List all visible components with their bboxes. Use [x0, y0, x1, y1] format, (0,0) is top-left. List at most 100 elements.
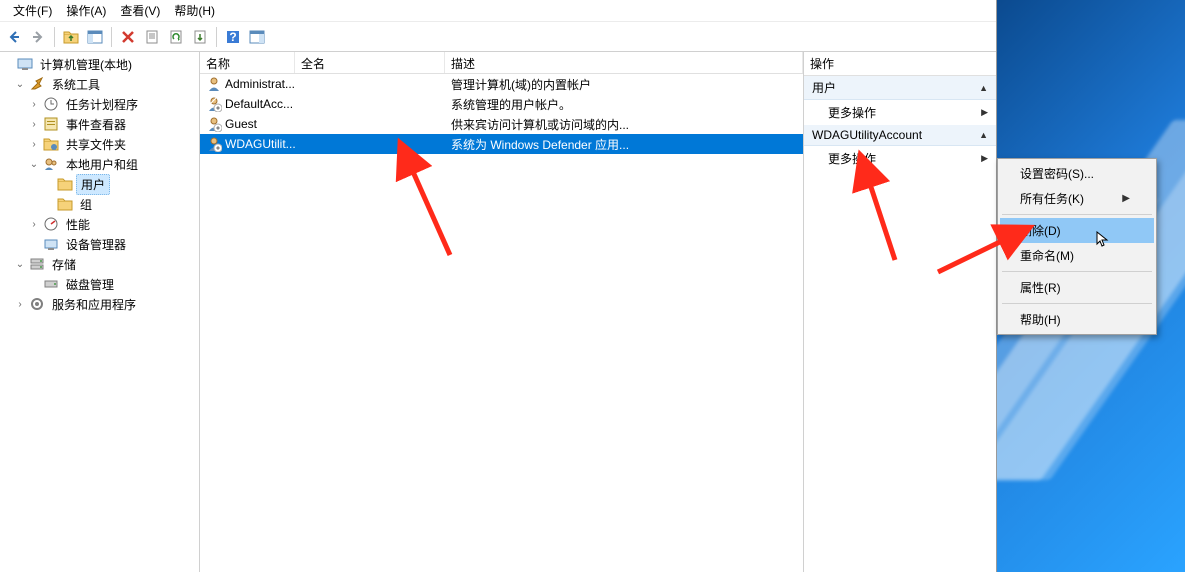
toolbar-forward-button[interactable] [26, 25, 50, 49]
toolbar-show-hide-tree-button[interactable] [83, 25, 107, 49]
expand-icon[interactable]: › [28, 219, 40, 230]
tree-node-device-manager[interactable]: · 设备管理器 [0, 234, 199, 254]
column-header-description[interactable]: 描述 [445, 52, 803, 73]
actions-section-account[interactable]: WDAGUtilityAccount ▲ [804, 125, 996, 146]
panes-icon [87, 30, 103, 44]
user-disabled-icon [206, 96, 222, 112]
menu-action[interactable]: 操作(A) [59, 0, 113, 21]
actions-pane: 操作 用户 ▲ 更多操作 ▶ WDAGUtilityAccount ▲ 更多操作… [804, 52, 996, 572]
tree-node-event-viewer[interactable]: › 事件查看器 [0, 114, 199, 134]
arrow-left-icon [7, 30, 21, 44]
menu-file[interactable]: 文件(F) [6, 0, 59, 21]
storage-icon [29, 256, 45, 272]
item-label: 更多操作 [828, 150, 876, 167]
toolbar-up-button[interactable] [59, 25, 83, 49]
collapse-icon[interactable]: ⌄ [14, 79, 26, 90]
tree-node-performance[interactable]: › 性能 [0, 214, 199, 234]
submenu-arrow-icon: ▶ [981, 153, 988, 164]
context-menu-delete[interactable]: 删除(D) [1000, 218, 1154, 243]
toolbar-delete-button[interactable] [116, 25, 140, 49]
expand-icon[interactable]: › [28, 99, 40, 110]
folder-icon [57, 196, 73, 212]
navigation-tree[interactable]: ▶ 计算机管理(本地) ⌄ 系统工具 › 任务计划程序 › 事件查看器 › [0, 52, 200, 572]
tree-node-system-tools[interactable]: ⌄ 系统工具 [0, 74, 199, 94]
tree-label: 计算机管理(本地) [36, 55, 136, 74]
tree-node-storage[interactable]: ⌄ 存储 [0, 254, 199, 274]
tree-label: 共享文件夹 [62, 135, 130, 154]
context-menu-properties[interactable]: 属性(R) [1000, 275, 1154, 300]
collapse-icon[interactable]: ⌄ [14, 259, 26, 270]
tree-label: 设备管理器 [62, 235, 130, 254]
context-menu-set-password[interactable]: 设置密码(S)... [1000, 161, 1154, 186]
cm-label: 重命名(M) [1020, 247, 1074, 264]
actions-more-account[interactable]: 更多操作 ▶ [804, 146, 996, 171]
list-row[interactable]: DefaultAcc... 系统管理的用户帐户。 [200, 94, 803, 114]
toolbar-show-action-pane-button[interactable] [245, 25, 269, 49]
list-rows[interactable]: Administrat... 管理计算机(域)的内置帐户 DefaultAcc.… [200, 74, 803, 572]
mouse-cursor-icon [1096, 231, 1112, 247]
cell-name: WDAGUtilit... [225, 137, 295, 151]
list-row[interactable]: Administrat... 管理计算机(域)的内置帐户 [200, 74, 803, 94]
user-disabled-icon [206, 116, 222, 132]
actions-more-user[interactable]: 更多操作 ▶ [804, 100, 996, 125]
context-menu-help[interactable]: 帮助(H) [1000, 307, 1154, 332]
computer-management-window: 文件(F) 操作(A) 查看(V) 帮助(H) ? ▶ 计算机管理(本地) ⌄ [0, 0, 997, 572]
expand-icon[interactable]: › [28, 139, 40, 150]
disk-icon [43, 276, 59, 292]
cell-name: Guest [225, 117, 257, 131]
cell-desc: 管理计算机(域)的内置帐户 [445, 76, 803, 93]
performance-icon [43, 216, 59, 232]
menu-help[interactable]: 帮助(H) [167, 0, 222, 21]
toolbar-back-button[interactable] [2, 25, 26, 49]
cm-label: 所有任务(K) [1020, 190, 1084, 207]
context-menu: 设置密码(S)... 所有任务(K)▶ 删除(D) 重命名(M) 属性(R) 帮… [997, 158, 1157, 335]
delete-x-icon [121, 30, 135, 44]
tree-label: 本地用户和组 [62, 155, 142, 174]
toolbar-separator [111, 27, 112, 47]
context-menu-all-tasks[interactable]: 所有任务(K)▶ [1000, 186, 1154, 211]
collapse-icon[interactable]: ⌄ [28, 159, 40, 170]
tree-node-shared-folders[interactable]: › 共享文件夹 [0, 134, 199, 154]
action-pane-icon [249, 30, 265, 44]
tree-node-local-users-groups[interactable]: ⌄ 本地用户和组 [0, 154, 199, 174]
tree-node-disk-management[interactable]: · 磁盘管理 [0, 274, 199, 294]
expand-icon[interactable]: › [28, 119, 40, 130]
section-label: WDAGUtilityAccount [812, 128, 922, 142]
expand-icon[interactable]: › [14, 299, 26, 310]
submenu-arrow-icon: ▶ [981, 107, 988, 118]
export-list-icon [193, 30, 207, 44]
cm-label: 删除(D) [1020, 222, 1061, 239]
actions-section-user[interactable]: 用户 ▲ [804, 76, 996, 100]
cell-desc: 供来宾访问计算机或访问域的内... [445, 116, 803, 133]
tree-node-task-scheduler[interactable]: › 任务计划程序 [0, 94, 199, 114]
tree-node-computer-management[interactable]: ▶ 计算机管理(本地) [0, 54, 199, 74]
tree-node-users[interactable]: · 用户 [0, 174, 199, 194]
context-menu-rename[interactable]: 重命名(M) [1000, 243, 1154, 268]
tree-label: 组 [76, 195, 96, 214]
toolbar-separator [216, 27, 217, 47]
list-row[interactable]: Guest 供来宾访问计算机或访问域的内... [200, 114, 803, 134]
tree-node-services-apps[interactable]: › 服务和应用程序 [0, 294, 199, 314]
toolbar-help-button[interactable]: ? [221, 25, 245, 49]
shared-folder-icon [43, 136, 59, 152]
clock-icon [43, 96, 59, 112]
toolbar-refresh-button[interactable] [164, 25, 188, 49]
collapse-up-icon: ▲ [979, 130, 988, 140]
tree-label: 系统工具 [48, 75, 104, 94]
menu-view[interactable]: 查看(V) [113, 0, 167, 21]
toolbar-properties-button[interactable] [140, 25, 164, 49]
event-viewer-icon [43, 116, 59, 132]
tree-node-groups[interactable]: · 组 [0, 194, 199, 214]
column-header-name[interactable]: 名称 [200, 52, 295, 73]
context-menu-separator [1002, 303, 1152, 304]
menubar: 文件(F) 操作(A) 查看(V) 帮助(H) [0, 0, 996, 22]
section-label: 用户 [812, 79, 836, 96]
list-row-selected[interactable]: WDAGUtilit... 系统为 Windows Defender 应用... [200, 134, 803, 154]
actions-pane-title: 操作 [804, 52, 996, 76]
column-header-fullname[interactable]: 全名 [295, 52, 445, 73]
computer-mgmt-icon [17, 56, 33, 72]
user-disabled-icon [206, 136, 222, 152]
tree-label: 任务计划程序 [62, 95, 142, 114]
toolbar-export-button[interactable] [188, 25, 212, 49]
services-icon [29, 296, 45, 312]
